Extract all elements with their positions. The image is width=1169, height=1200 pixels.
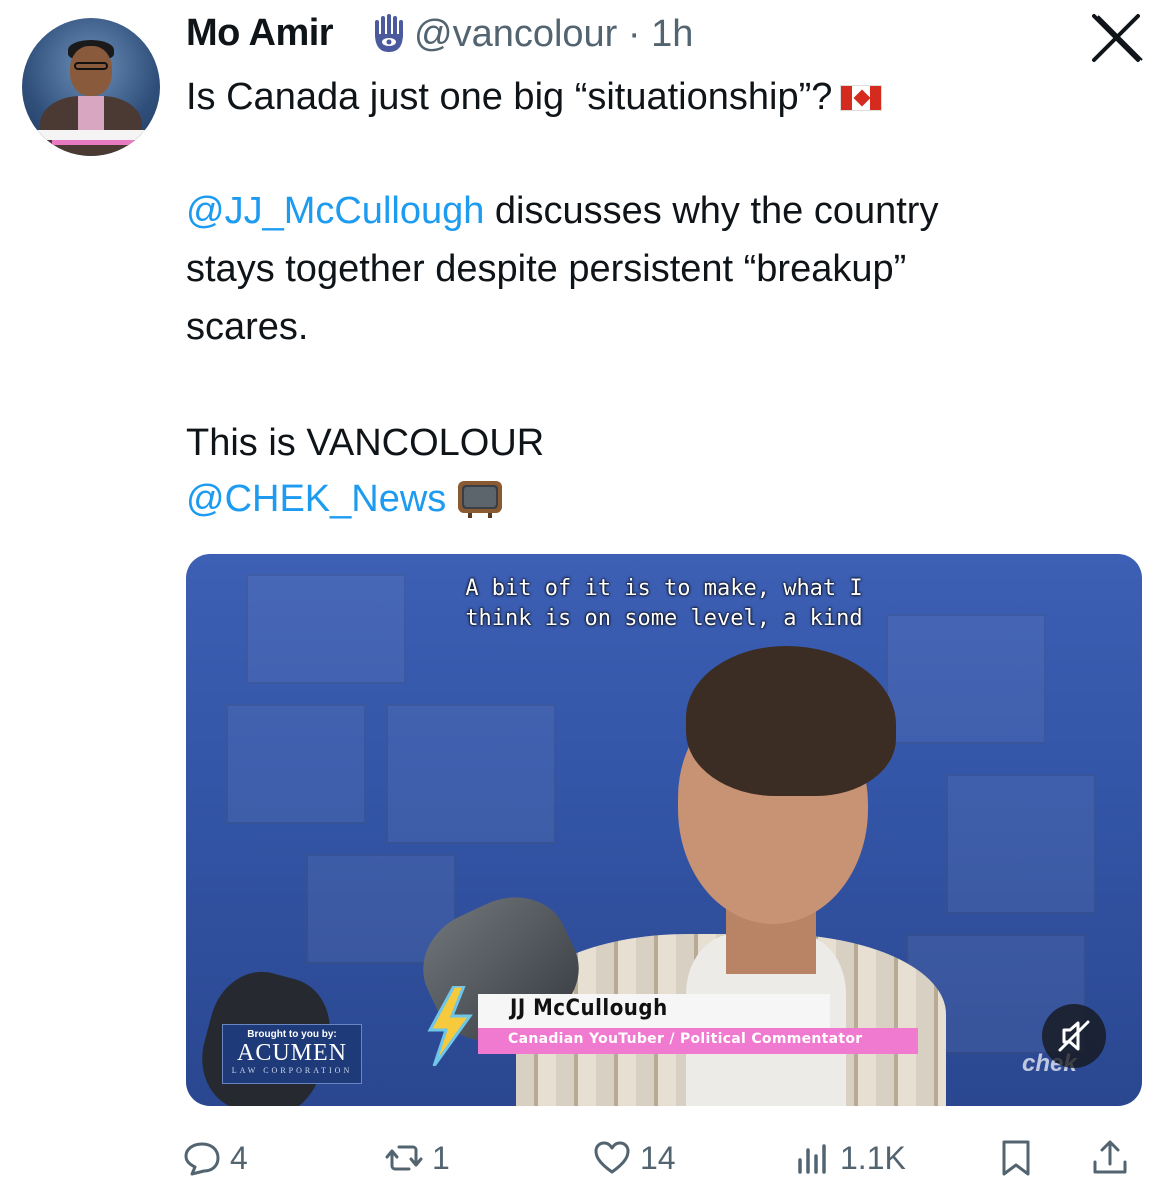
avatar[interactable]: [22, 18, 160, 156]
tweet-line-2: @JJ_McCullough discusses why the country: [186, 190, 939, 232]
mute-icon: [1058, 1020, 1090, 1052]
like-count: 14: [640, 1139, 676, 1176]
reply-button[interactable]: 4: [182, 1134, 248, 1182]
mute-button[interactable]: [1042, 1004, 1106, 1068]
tweet-line-6: @CHEK_News: [186, 470, 504, 528]
like-icon: [594, 1141, 630, 1174]
tweet-line-3: stays together despite persistent “break…: [186, 248, 907, 290]
lower-third-name: JJ McCullough: [478, 994, 830, 1028]
share-button[interactable]: [1090, 1134, 1138, 1182]
bookmark-button[interactable]: [996, 1134, 1044, 1182]
sponsor-badge: Brought to you by: ACUMEN LAW CORPORATIO…: [222, 1024, 362, 1084]
hamsa-icon: [375, 14, 403, 52]
bookmark-icon: [1002, 1140, 1030, 1176]
video-caption: A bit of it is to make, what I think is …: [465, 576, 863, 631]
repost-count: 1: [432, 1139, 450, 1176]
video-player[interactable]: A bit of it is to make, what I think is …: [186, 554, 1142, 1106]
views-count: 1.1K: [840, 1139, 906, 1176]
repost-icon: [385, 1145, 423, 1171]
lower-third-title: Canadian YouTuber / Political Commentato…: [478, 1028, 918, 1054]
tweet-line-5: This is VANCOLOUR: [186, 422, 545, 464]
reply-count: 4: [230, 1139, 248, 1176]
tweet-line-4: scares.: [186, 306, 309, 348]
share-icon: [1093, 1140, 1127, 1174]
repost-button[interactable]: 1: [384, 1134, 450, 1182]
author-handle[interactable]: @vancolour · 1h: [414, 13, 693, 56]
views-button[interactable]: 1.1K: [792, 1134, 906, 1182]
like-button[interactable]: 14: [592, 1134, 676, 1182]
canada-flag-icon: [840, 85, 883, 111]
mention-jj-mccullough[interactable]: @JJ_McCullough: [186, 190, 484, 232]
x-close-icon[interactable]: [1088, 10, 1144, 66]
reply-icon: [184, 1142, 220, 1176]
tweet-line-1: Is Canada just one big “situationship”?: [186, 68, 883, 126]
author-name[interactable]: Mo Amir: [186, 12, 334, 55]
action-bar: 4 1 14 1.1K: [0, 1128, 1169, 1188]
mention-chek-news[interactable]: @CHEK_News: [186, 478, 446, 520]
lightning-bolt-icon: [427, 986, 473, 1066]
television-icon: [458, 481, 503, 518]
views-icon: [798, 1144, 826, 1174]
